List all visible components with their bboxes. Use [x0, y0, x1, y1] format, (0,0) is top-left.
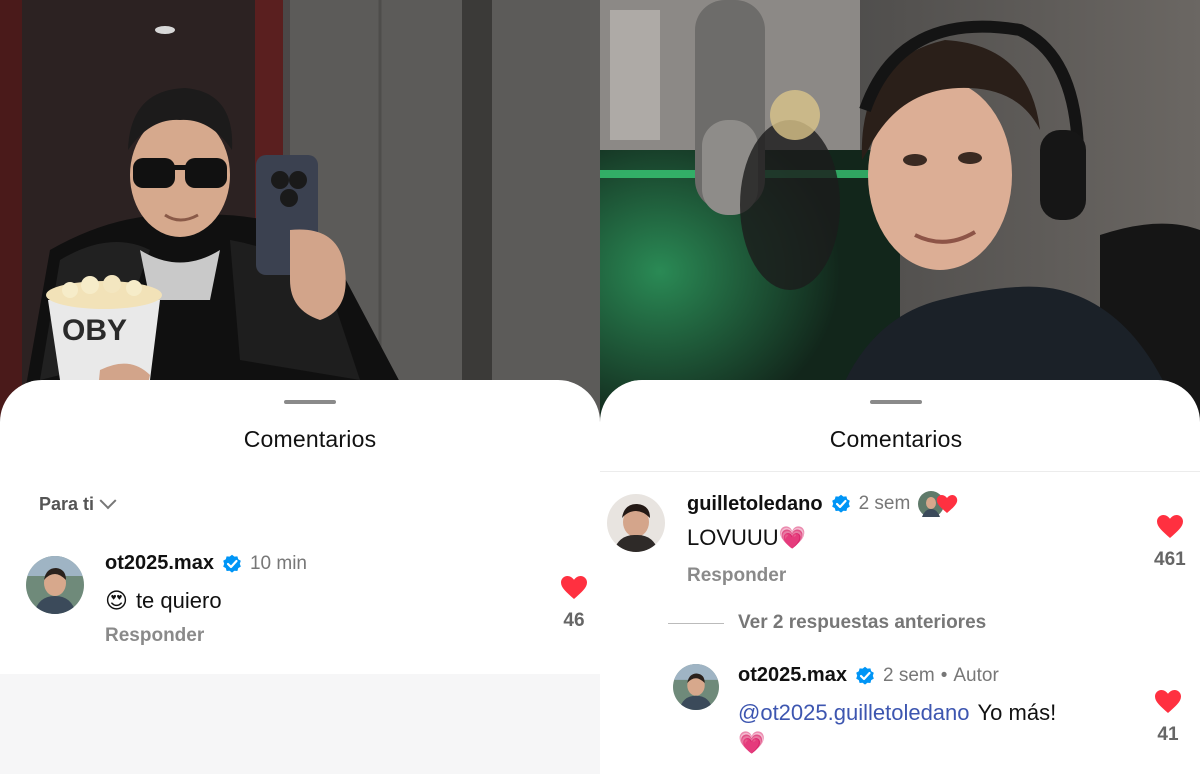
creator-liked-indicator — [918, 491, 960, 517]
avatar[interactable] — [26, 556, 84, 614]
reply-text: @ot2025.guilletoledano Yo más! — [738, 700, 1056, 726]
reply-button[interactable]: Responder — [687, 565, 786, 587]
post-photo-right — [600, 0, 1200, 420]
like-count: 41 — [1157, 724, 1179, 745]
username[interactable]: ot2025.max — [105, 552, 214, 575]
drag-handle[interactable] — [870, 400, 922, 404]
like-button[interactable]: 461 — [1154, 514, 1186, 571]
comment-header: ot2025.max 10 min — [105, 552, 307, 575]
sheet-title: Comentarios — [243, 426, 377, 452]
username[interactable]: guilletoledano — [687, 493, 823, 516]
comments-sheet-left: Comentarios Para ti ot2025.max 10 min � — [0, 380, 600, 774]
left-screenshot: OBY Comentarios Para ti ot2025.max 10 mi… — [0, 0, 600, 774]
comment-body: te quiero — [135, 588, 222, 613]
verified-badge-icon — [223, 554, 241, 573]
emoji: 😍 — [105, 588, 128, 613]
comment-body: LOVUUU — [687, 525, 779, 550]
heart-icon — [561, 576, 587, 599]
sort-dropdown[interactable]: Para ti — [39, 491, 117, 515]
like-count: 46 — [563, 610, 585, 631]
emoji: 💗 — [738, 730, 766, 755]
view-replies-button[interactable]: Ver 2 respuestas anteriores — [668, 612, 986, 634]
reply-time: 2 sem — [882, 664, 935, 686]
heart-icon — [1155, 690, 1181, 713]
reply-meta: 2 sem • Autor — [883, 665, 999, 687]
right-screenshot: Comentarios guilletoledano 2 sem LOVUUU … — [600, 0, 1200, 774]
mention-link[interactable]: @ot2025.guilletoledano — [738, 700, 970, 726]
empty-area — [0, 674, 600, 774]
reply-body: Yo más! — [977, 700, 1057, 725]
author-label: Autor — [953, 664, 999, 686]
comment-time: 2 sem — [858, 493, 911, 514]
like-button[interactable]: 46 — [560, 575, 588, 632]
comment-time: 10 min — [249, 552, 307, 574]
sheet-title: Comentarios — [829, 426, 963, 452]
emoji: 💗 — [778, 525, 807, 550]
verified-badge-icon — [831, 494, 850, 513]
username[interactable]: ot2025.max — [738, 664, 847, 687]
heart-icon — [937, 494, 958, 514]
comment-text: 😍 te quiero — [105, 588, 222, 614]
svg-text:OBY: OBY — [62, 314, 127, 347]
heart-icon — [1156, 515, 1183, 538]
reply-button[interactable]: Responder — [105, 625, 204, 647]
reply-emoji-line: 💗 — [738, 730, 765, 756]
reply-header: ot2025.max 2 sem • Autor — [738, 664, 999, 687]
avatar[interactable] — [607, 494, 665, 552]
separator: • — [940, 664, 948, 686]
like-button[interactable]: 41 — [1154, 689, 1182, 746]
avatar[interactable] — [673, 664, 719, 710]
comments-sheet-right: Comentarios guilletoledano 2 sem LOVUUU … — [600, 380, 1200, 774]
comment-header: guilletoledano 2 sem — [687, 491, 960, 517]
verified-badge-icon — [856, 666, 874, 685]
post-photo-left: OBY — [0, 0, 600, 420]
like-count: 461 — [1154, 549, 1186, 570]
view-replies-label: Ver 2 respuestas anteriores — [738, 612, 987, 633]
chevron-down-icon — [99, 491, 117, 509]
thread-line — [668, 622, 724, 624]
drag-handle[interactable] — [284, 400, 336, 404]
sort-label: Para ti — [39, 494, 95, 514]
comment-text: LOVUUU 💗 — [687, 525, 806, 551]
divider — [600, 471, 1200, 472]
